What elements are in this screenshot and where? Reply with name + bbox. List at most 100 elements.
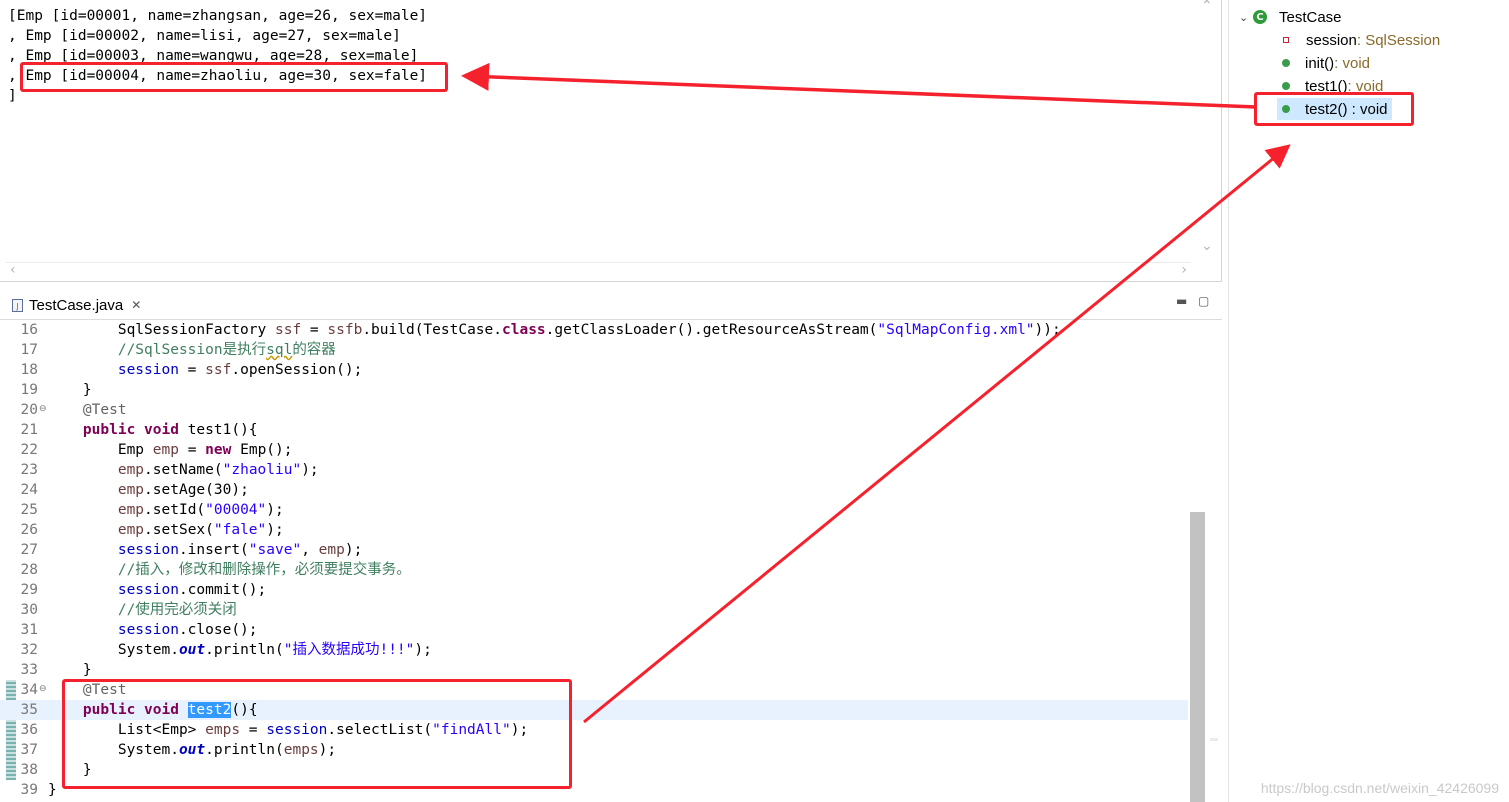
code-line[interactable]: 19 } [0, 380, 1188, 400]
code-token: //SqlSession是执行 [48, 342, 267, 358]
fold-toggle-icon[interactable]: ⊖ [39, 684, 47, 694]
member-type: : void [1334, 54, 1371, 72]
code-text: session = ssf.openSession(); [48, 360, 362, 380]
code-token: .insert( [178, 542, 249, 558]
outline-class-row[interactable]: ⌄ C TestCase [1239, 6, 1342, 28]
code-token: } [48, 662, 92, 678]
code-token: "00004" [205, 502, 267, 518]
line-number: 26 [20, 522, 38, 538]
code-line[interactable]: 17 //SqlSession是执行sql的容器 [0, 340, 1188, 360]
code-token: System. [48, 642, 179, 658]
scrollbar-thumb[interactable] [1190, 512, 1205, 802]
code-line[interactable]: 22 Emp emp = new Emp(); [0, 440, 1188, 460]
code-text: emp.setAge(30); [48, 480, 249, 500]
member-type: : SqlSession [1356, 31, 1441, 49]
line-number: 38 [20, 762, 38, 778]
console-horizontal-scrollbar[interactable]: ‹ › [6, 262, 1191, 278]
code-token: "save" [248, 542, 302, 558]
code-token: emp [117, 462, 145, 478]
code-token: SqlSessionFactory [48, 322, 275, 338]
code-text: } [48, 780, 57, 800]
line-number: 25 [20, 502, 38, 518]
code-token: "fale" [213, 522, 267, 538]
line-number: 35 [20, 702, 38, 718]
code-text: //插入，修改和删除操作，必须要提交事务。 [48, 560, 411, 580]
code-token: ); [266, 522, 284, 538]
code-line[interactable]: 28 //插入，修改和删除操作，必须要提交事务。 [0, 560, 1188, 580]
code-token: ); [414, 642, 432, 658]
annotation-box-console-line [20, 62, 448, 92]
code-line[interactable]: 26 emp.setSex("fale"); [0, 520, 1188, 540]
scroll-up-icon[interactable]: ⌃ [1201, 0, 1213, 14]
code-token: , [301, 542, 319, 558]
code-line[interactable]: 30 //使用完必须关闭 [0, 600, 1188, 620]
code-line[interactable]: 23 emp.setName("zhaoliu"); [0, 460, 1188, 480]
code-line[interactable]: 33 } [0, 660, 1188, 680]
console-vertical-scrollbar[interactable]: ⌃ ⌄ [1199, 0, 1215, 262]
code-token: "SqlMapConfig.xml" [877, 322, 1035, 338]
code-text: System.out.println("插入数据成功!!!"); [48, 640, 432, 660]
code-token: emp [318, 542, 345, 558]
line-number: 29 [20, 582, 38, 598]
code-token: ssfb [327, 322, 363, 338]
code-text: public void test1(){ [48, 420, 258, 440]
code-line[interactable]: 25 emp.setId("00004"); [0, 500, 1188, 520]
code-text: session.close(); [48, 620, 258, 640]
code-token: class [502, 322, 546, 338]
code-token: } [48, 782, 57, 798]
minimize-icon[interactable]: ▬ [1176, 294, 1187, 308]
class-icon: C [1253, 10, 1267, 24]
code-line[interactable]: 31 session.close(); [0, 620, 1188, 640]
code-text: session.insert("save", emp); [48, 540, 362, 560]
code-text: Emp emp = new Emp(); [48, 440, 293, 460]
code-token: new [205, 442, 232, 458]
code-line[interactable]: 18 session = ssf.openSession(); [0, 360, 1188, 380]
editor-vertical-scrollbar[interactable] [1188, 320, 1206, 802]
member-name: session [1306, 31, 1357, 49]
line-number: 17 [20, 342, 38, 358]
outline-member-init[interactable]: init() : void [1281, 52, 1370, 74]
close-icon[interactable]: ✕ [131, 298, 141, 312]
line-number: 22 [20, 442, 38, 458]
java-file-icon: J [12, 298, 23, 312]
code-token: )); [1034, 322, 1061, 338]
code-token: .openSession(); [231, 362, 363, 378]
tab-testcase-java[interactable]: J TestCase.java ✕ [4, 292, 149, 318]
code-token: session [117, 622, 179, 638]
maximize-icon[interactable]: ▢ [1198, 294, 1209, 308]
code-line[interactable]: 27 session.insert("save", emp); [0, 540, 1188, 560]
code-token: void [144, 422, 179, 438]
code-line[interactable]: 32 System.out.println("插入数据成功!!!"); [0, 640, 1188, 660]
code-line[interactable]: 24 emp.setAge(30); [0, 480, 1188, 500]
line-number: 16 [20, 322, 38, 338]
code-line[interactable]: 20 ⊖ @Test [0, 400, 1188, 420]
code-token: Emp(); [231, 442, 293, 458]
scroll-down-icon[interactable]: ⌄ [1201, 238, 1213, 254]
code-line[interactable]: 21 public void test1(){ [0, 420, 1188, 440]
chevron-down-icon[interactable]: ⌄ [1239, 11, 1253, 24]
code-text: } [48, 660, 92, 680]
code-text: SqlSessionFactory ssf = ssfb.build(TestC… [48, 320, 1061, 340]
code-token: .close(); [178, 622, 258, 638]
outline-member-session[interactable]: session : SqlSession [1281, 29, 1440, 51]
code-token: out [178, 642, 206, 658]
scroll-left-icon[interactable]: ‹ [10, 262, 16, 278]
code-token: emp [117, 482, 145, 498]
code-token: sql [266, 342, 293, 358]
code-line[interactable]: 16 SqlSessionFactory ssf = ssfb.build(Te… [0, 320, 1188, 340]
line-number: 30 [20, 602, 38, 618]
code-text: } [48, 380, 92, 400]
code-token: .build(TestCase. [362, 322, 502, 338]
line-number: 34 [20, 682, 38, 698]
scroll-right-icon[interactable]: › [1181, 262, 1187, 278]
fold-toggle-icon[interactable]: ⊖ [39, 404, 47, 414]
code-token: .println( [205, 642, 284, 658]
code-text: //使用完必须关闭 [48, 600, 237, 620]
code-line[interactable]: 29 session.commit(); [0, 580, 1188, 600]
code-token: = [178, 362, 206, 378]
member-name: init() [1305, 54, 1335, 72]
